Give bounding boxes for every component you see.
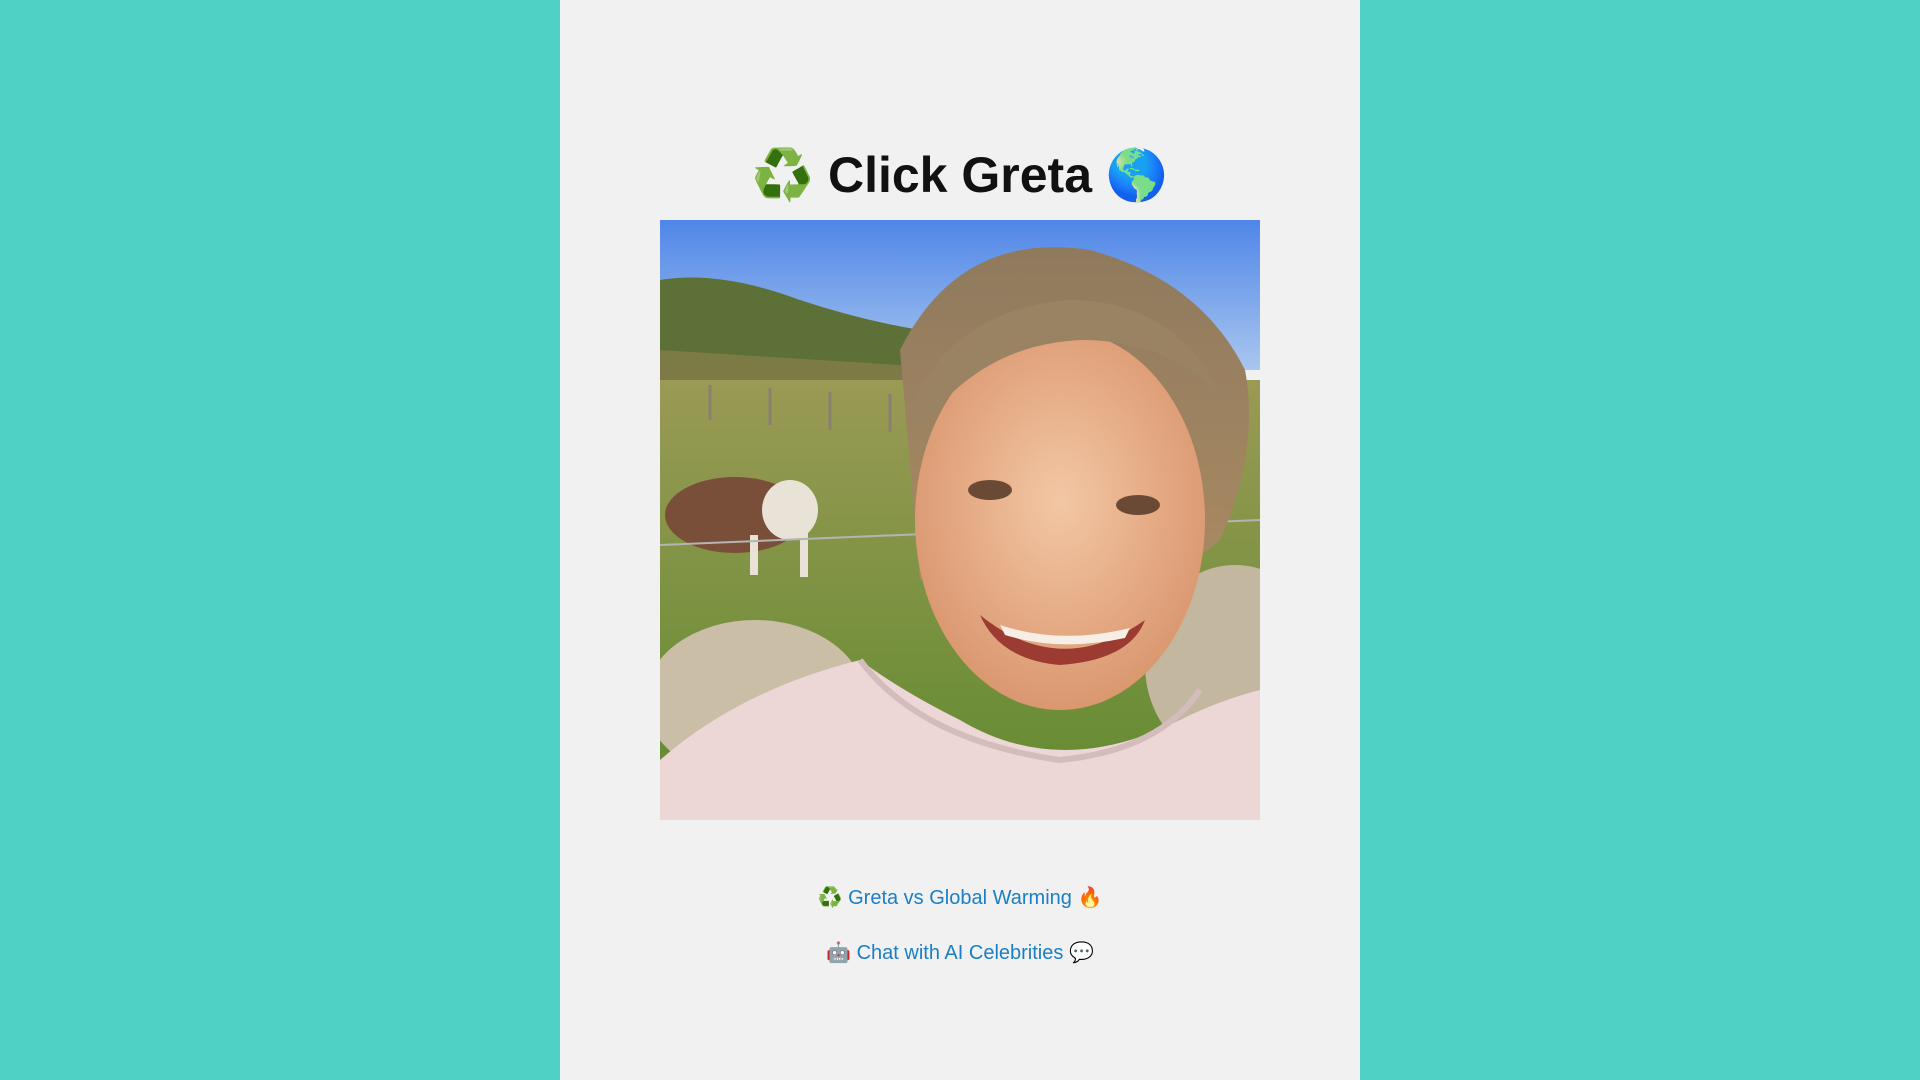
- link-label: Chat with AI Celebrities: [856, 942, 1064, 964]
- recycle-icon: ♻️: [817, 887, 843, 909]
- chat-with-ai-celebrities-link[interactable]: 🤖 Chat with AI Celebrities 💬: [560, 935, 1360, 971]
- page-title-text: Click Greta: [827, 147, 1092, 203]
- main-panel: ♻️ Click Greta 🌎 ♻️ Greta vs Global Warm…: [560, 0, 1360, 1080]
- link-list: ♻️ Greta vs Global Warming 🔥 🤖 Chat with…: [560, 880, 1360, 990]
- recycle-icon: ♻️: [751, 147, 815, 203]
- speech-bubble-icon: 💬: [1068, 942, 1094, 964]
- page-title: ♻️ Click Greta 🌎: [560, 138, 1360, 212]
- link-label: Greta vs Global Warming: [848, 887, 1072, 909]
- greta-vs-global-warming-link[interactable]: ♻️ Greta vs Global Warming 🔥: [560, 880, 1360, 916]
- robot-icon: 🤖: [826, 942, 852, 964]
- fire-icon: 🔥: [1077, 887, 1103, 909]
- greta-photo-button[interactable]: [660, 220, 1260, 820]
- portrait-photo: [660, 220, 1260, 820]
- globe-icon: 🌎: [1105, 147, 1169, 203]
